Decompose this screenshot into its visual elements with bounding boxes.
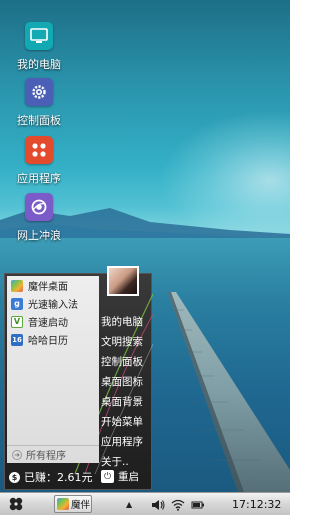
system-tray: ▲ <box>126 493 210 515</box>
desktop-icon-label: 控制面板 <box>17 114 61 127</box>
desktop-icon-applications[interactable]: 应用程序 <box>8 136 70 186</box>
desktop-icon-label: 网上冲浪 <box>17 229 61 242</box>
mobanzhuomian-icon <box>11 279 23 292</box>
menu-item-start-menu[interactable]: 开始菜单 <box>101 412 143 432</box>
app-item-label: 魔伴桌面 <box>28 282 68 293</box>
app-item-label: 光速输入法 <box>28 300 78 311</box>
gear-icon <box>25 78 53 106</box>
apps-grid-icon <box>25 136 53 164</box>
start-menu-footer: $ 已赚：2.61元 ⏻ 重启 <box>5 465 153 489</box>
input-method-icon: g <box>11 297 23 310</box>
desktop-icon-label: 应用程序 <box>17 172 61 185</box>
taskbar: 魔伴 ▲ 17:12:32 <box>0 492 290 515</box>
menu-item-my-computer[interactable]: 我的电脑 <box>101 312 143 332</box>
taskbar-item-moban[interactable]: 魔伴 <box>54 495 92 513</box>
menu-item-control-panel[interactable]: 控制面板 <box>101 352 143 372</box>
earnings-label: 已赚：2.61元 <box>24 471 93 484</box>
money-bag-icon: $ <box>9 471 20 483</box>
start-menu-shortcuts: 我的电脑 文明搜索 控制面板 桌面图标 桌面背景 开始菜单 应用程序 关于.. <box>101 312 143 472</box>
desktop-icon-web-surfing[interactable]: 网上冲浪 <box>8 193 70 243</box>
start-menu-app-list: 魔伴桌面 g 光速输入法 V 音速启动 16 哈哈日历 ➜ 所有程序 <box>7 276 99 463</box>
browser-icon <box>25 193 53 221</box>
tray-expand-icon[interactable]: ▲ <box>126 500 132 509</box>
monitor-icon <box>25 22 53 50</box>
start-menu-app-item[interactable]: V 音速启动 <box>7 313 99 330</box>
desktop-icon-my-computer[interactable]: 我的电脑 <box>8 22 70 72</box>
power-icon: ⏻ <box>101 470 114 483</box>
battery-icon[interactable] <box>190 497 206 513</box>
desktop-icon-control-panel[interactable]: 控制面板 <box>8 78 70 128</box>
mobanzhuomian-icon <box>57 498 69 510</box>
start-menu-app-item[interactable]: 16 哈哈日历 <box>7 331 99 348</box>
volume-icon[interactable] <box>150 497 166 513</box>
calendar-icon: 16 <box>11 333 23 346</box>
start-menu-app-item[interactable]: g 光速输入法 <box>7 295 99 312</box>
taskbar-item-label: 魔伴 <box>71 500 91 511</box>
earnings-display: $ 已赚：2.61元 <box>9 469 93 485</box>
launcher-icon: V <box>11 315 23 328</box>
app-item-label: 哈哈日历 <box>28 336 68 347</box>
menu-item-applications[interactable]: 应用程序 <box>101 432 143 452</box>
all-programs-label: 所有程序 <box>26 451 66 462</box>
all-programs-button[interactable]: ➜ 所有程序 <box>7 445 99 463</box>
start-menu: 魔伴桌面 g 光速输入法 V 音速启动 16 哈哈日历 ➜ 所有程序 我的电脑 … <box>4 266 153 490</box>
start-button[interactable] <box>4 493 28 515</box>
user-avatar[interactable] <box>107 266 139 296</box>
app-item-label: 音速启动 <box>28 318 68 329</box>
wifi-icon[interactable] <box>170 497 186 513</box>
start-menu-app-item[interactable]: 魔伴桌面 <box>7 277 99 294</box>
menu-item-search[interactable]: 文明搜索 <box>101 332 143 352</box>
menu-item-desktop-icons[interactable]: 桌面图标 <box>101 372 143 392</box>
restart-label: 重启 <box>118 471 139 483</box>
clover-icon <box>9 497 23 511</box>
arrow-right-icon: ➜ <box>12 449 22 460</box>
menu-item-desktop-background[interactable]: 桌面背景 <box>101 392 143 412</box>
taskbar-clock: 17:12:32 <box>232 498 282 511</box>
restart-button[interactable]: ⏻ 重启 <box>101 469 139 484</box>
desktop-icon-label: 我的电脑 <box>17 58 61 71</box>
